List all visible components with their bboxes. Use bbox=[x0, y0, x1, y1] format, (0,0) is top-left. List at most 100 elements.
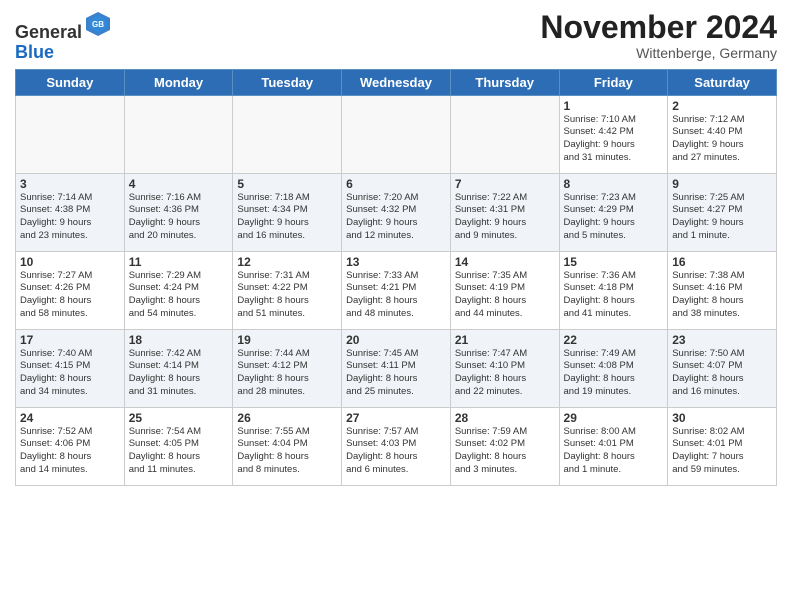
day-info: Sunrise: 7:10 AM Sunset: 4:42 PM Dayligh… bbox=[564, 114, 664, 165]
calendar-cell: 19Sunrise: 7:44 AM Sunset: 4:12 PM Dayli… bbox=[233, 329, 342, 407]
day-info: Sunrise: 7:35 AM Sunset: 4:19 PM Dayligh… bbox=[455, 270, 555, 321]
day-number: 27 bbox=[346, 411, 446, 425]
day-info: Sunrise: 7:23 AM Sunset: 4:29 PM Dayligh… bbox=[564, 192, 664, 243]
day-info: Sunrise: 7:52 AM Sunset: 4:06 PM Dayligh… bbox=[20, 426, 120, 477]
day-number: 24 bbox=[20, 411, 120, 425]
day-number: 13 bbox=[346, 255, 446, 269]
day-info: Sunrise: 7:12 AM Sunset: 4:40 PM Dayligh… bbox=[672, 114, 772, 165]
day-number: 10 bbox=[20, 255, 120, 269]
logo-text: General GB bbox=[15, 10, 112, 43]
svg-text:GB: GB bbox=[92, 20, 104, 29]
day-info: Sunrise: 7:59 AM Sunset: 4:02 PM Dayligh… bbox=[455, 426, 555, 477]
calendar-cell: 11Sunrise: 7:29 AM Sunset: 4:24 PM Dayli… bbox=[124, 251, 233, 329]
calendar-cell: 29Sunrise: 8:00 AM Sunset: 4:01 PM Dayli… bbox=[559, 407, 668, 485]
calendar-cell: 30Sunrise: 8:02 AM Sunset: 4:01 PM Dayli… bbox=[668, 407, 777, 485]
day-number: 16 bbox=[672, 255, 772, 269]
day-info: Sunrise: 7:31 AM Sunset: 4:22 PM Dayligh… bbox=[237, 270, 337, 321]
calendar-cell: 23Sunrise: 7:50 AM Sunset: 4:07 PM Dayli… bbox=[668, 329, 777, 407]
day-number: 19 bbox=[237, 333, 337, 347]
calendar-cell: 20Sunrise: 7:45 AM Sunset: 4:11 PM Dayli… bbox=[342, 329, 451, 407]
calendar-header-row: SundayMondayTuesdayWednesdayThursdayFrid… bbox=[16, 69, 777, 95]
logo-general: General bbox=[15, 22, 82, 42]
calendar-table: SundayMondayTuesdayWednesdayThursdayFrid… bbox=[15, 69, 777, 486]
day-info: Sunrise: 7:40 AM Sunset: 4:15 PM Dayligh… bbox=[20, 348, 120, 399]
day-info: Sunrise: 7:44 AM Sunset: 4:12 PM Dayligh… bbox=[237, 348, 337, 399]
day-info: Sunrise: 8:00 AM Sunset: 4:01 PM Dayligh… bbox=[564, 426, 664, 477]
month-title: November 2024 bbox=[540, 10, 777, 45]
day-info: Sunrise: 7:49 AM Sunset: 4:08 PM Dayligh… bbox=[564, 348, 664, 399]
day-number: 15 bbox=[564, 255, 664, 269]
calendar-cell: 3Sunrise: 7:14 AM Sunset: 4:38 PM Daylig… bbox=[16, 173, 125, 251]
weekday-header-wednesday: Wednesday bbox=[342, 69, 451, 95]
day-number: 11 bbox=[129, 255, 229, 269]
day-info: Sunrise: 7:16 AM Sunset: 4:36 PM Dayligh… bbox=[129, 192, 229, 243]
day-info: Sunrise: 7:42 AM Sunset: 4:14 PM Dayligh… bbox=[129, 348, 229, 399]
calendar-body: 1Sunrise: 7:10 AM Sunset: 4:42 PM Daylig… bbox=[16, 95, 777, 485]
day-number: 8 bbox=[564, 177, 664, 191]
calendar-week-3: 10Sunrise: 7:27 AM Sunset: 4:26 PM Dayli… bbox=[16, 251, 777, 329]
weekday-header-sunday: Sunday bbox=[16, 69, 125, 95]
calendar-cell: 10Sunrise: 7:27 AM Sunset: 4:26 PM Dayli… bbox=[16, 251, 125, 329]
day-number: 5 bbox=[237, 177, 337, 191]
day-info: Sunrise: 7:54 AM Sunset: 4:05 PM Dayligh… bbox=[129, 426, 229, 477]
day-number: 30 bbox=[672, 411, 772, 425]
day-number: 2 bbox=[672, 99, 772, 113]
day-info: Sunrise: 7:33 AM Sunset: 4:21 PM Dayligh… bbox=[346, 270, 446, 321]
weekday-header-monday: Monday bbox=[124, 69, 233, 95]
logo-blue-text: Blue bbox=[15, 43, 112, 63]
day-info: Sunrise: 7:27 AM Sunset: 4:26 PM Dayligh… bbox=[20, 270, 120, 321]
day-number: 22 bbox=[564, 333, 664, 347]
title-section: November 2024 Wittenberge, Germany bbox=[540, 10, 777, 61]
page: General GB Blue November 2024 Wittenberge… bbox=[0, 0, 792, 612]
day-number: 29 bbox=[564, 411, 664, 425]
calendar-cell: 24Sunrise: 7:52 AM Sunset: 4:06 PM Dayli… bbox=[16, 407, 125, 485]
day-number: 3 bbox=[20, 177, 120, 191]
calendar-cell: 27Sunrise: 7:57 AM Sunset: 4:03 PM Dayli… bbox=[342, 407, 451, 485]
weekday-header-saturday: Saturday bbox=[668, 69, 777, 95]
day-info: Sunrise: 7:55 AM Sunset: 4:04 PM Dayligh… bbox=[237, 426, 337, 477]
day-number: 7 bbox=[455, 177, 555, 191]
calendar-cell bbox=[16, 95, 125, 173]
calendar-cell: 6Sunrise: 7:20 AM Sunset: 4:32 PM Daylig… bbox=[342, 173, 451, 251]
day-number: 4 bbox=[129, 177, 229, 191]
calendar-cell: 9Sunrise: 7:25 AM Sunset: 4:27 PM Daylig… bbox=[668, 173, 777, 251]
calendar-cell: 12Sunrise: 7:31 AM Sunset: 4:22 PM Dayli… bbox=[233, 251, 342, 329]
day-info: Sunrise: 8:02 AM Sunset: 4:01 PM Dayligh… bbox=[672, 426, 772, 477]
day-info: Sunrise: 7:36 AM Sunset: 4:18 PM Dayligh… bbox=[564, 270, 664, 321]
day-info: Sunrise: 7:18 AM Sunset: 4:34 PM Dayligh… bbox=[237, 192, 337, 243]
calendar-cell: 16Sunrise: 7:38 AM Sunset: 4:16 PM Dayli… bbox=[668, 251, 777, 329]
day-info: Sunrise: 7:50 AM Sunset: 4:07 PM Dayligh… bbox=[672, 348, 772, 399]
day-number: 23 bbox=[672, 333, 772, 347]
day-info: Sunrise: 7:25 AM Sunset: 4:27 PM Dayligh… bbox=[672, 192, 772, 243]
calendar-cell: 13Sunrise: 7:33 AM Sunset: 4:21 PM Dayli… bbox=[342, 251, 451, 329]
logo: General GB Blue bbox=[15, 10, 112, 63]
calendar-cell: 4Sunrise: 7:16 AM Sunset: 4:36 PM Daylig… bbox=[124, 173, 233, 251]
day-number: 1 bbox=[564, 99, 664, 113]
calendar-cell: 2Sunrise: 7:12 AM Sunset: 4:40 PM Daylig… bbox=[668, 95, 777, 173]
calendar-cell bbox=[450, 95, 559, 173]
weekday-header-friday: Friday bbox=[559, 69, 668, 95]
day-number: 21 bbox=[455, 333, 555, 347]
day-number: 9 bbox=[672, 177, 772, 191]
calendar-cell: 26Sunrise: 7:55 AM Sunset: 4:04 PM Dayli… bbox=[233, 407, 342, 485]
calendar-cell: 8Sunrise: 7:23 AM Sunset: 4:29 PM Daylig… bbox=[559, 173, 668, 251]
calendar-week-1: 1Sunrise: 7:10 AM Sunset: 4:42 PM Daylig… bbox=[16, 95, 777, 173]
day-number: 12 bbox=[237, 255, 337, 269]
calendar-cell: 21Sunrise: 7:47 AM Sunset: 4:10 PM Dayli… bbox=[450, 329, 559, 407]
day-info: Sunrise: 7:14 AM Sunset: 4:38 PM Dayligh… bbox=[20, 192, 120, 243]
day-number: 26 bbox=[237, 411, 337, 425]
day-number: 6 bbox=[346, 177, 446, 191]
calendar-cell bbox=[342, 95, 451, 173]
day-info: Sunrise: 7:47 AM Sunset: 4:10 PM Dayligh… bbox=[455, 348, 555, 399]
weekday-header-tuesday: Tuesday bbox=[233, 69, 342, 95]
day-info: Sunrise: 7:38 AM Sunset: 4:16 PM Dayligh… bbox=[672, 270, 772, 321]
calendar-cell: 18Sunrise: 7:42 AM Sunset: 4:14 PM Dayli… bbox=[124, 329, 233, 407]
calendar-cell: 14Sunrise: 7:35 AM Sunset: 4:19 PM Dayli… bbox=[450, 251, 559, 329]
calendar-cell: 1Sunrise: 7:10 AM Sunset: 4:42 PM Daylig… bbox=[559, 95, 668, 173]
day-number: 20 bbox=[346, 333, 446, 347]
location: Wittenberge, Germany bbox=[540, 45, 777, 61]
day-number: 25 bbox=[129, 411, 229, 425]
calendar-cell bbox=[124, 95, 233, 173]
day-number: 18 bbox=[129, 333, 229, 347]
calendar-cell: 25Sunrise: 7:54 AM Sunset: 4:05 PM Dayli… bbox=[124, 407, 233, 485]
